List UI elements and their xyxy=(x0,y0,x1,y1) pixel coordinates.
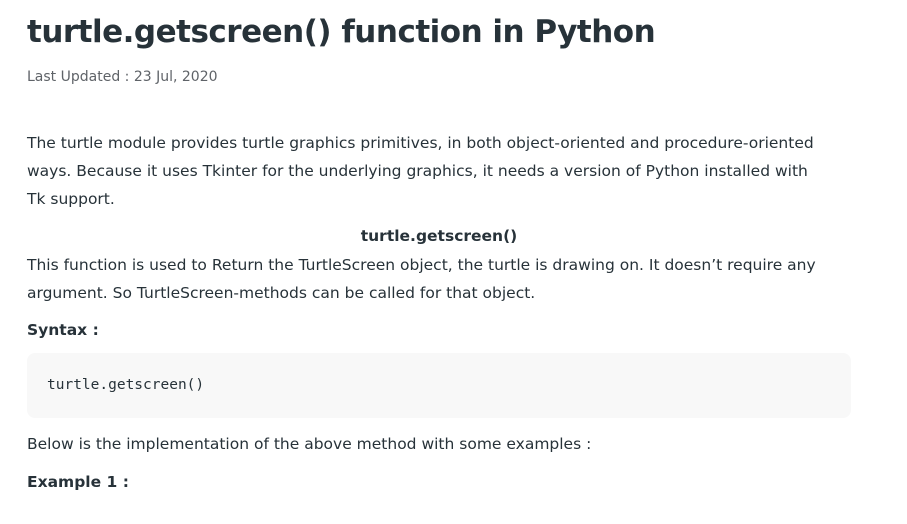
code-block: turtle.getscreen() xyxy=(27,353,851,418)
description-paragraph: This function is used to Return the Turt… xyxy=(27,256,816,302)
intro-paragraph: The turtle module provides turtle graphi… xyxy=(27,134,814,208)
last-updated: Last Updated : 23 Jul, 2020 xyxy=(27,69,218,85)
syntax-label: Syntax : xyxy=(27,321,99,339)
article: turtle.getscreen() function in Python La… xyxy=(0,0,907,524)
syntax-code: turtle.getscreen() xyxy=(47,377,205,393)
example-label: Example 1 : xyxy=(27,473,129,491)
implementation-paragraph: Below is the implementation of the above… xyxy=(27,435,592,453)
function-heading: turtle.getscreen() xyxy=(360,227,518,245)
page-title: turtle.getscreen() function in Python xyxy=(27,14,656,50)
